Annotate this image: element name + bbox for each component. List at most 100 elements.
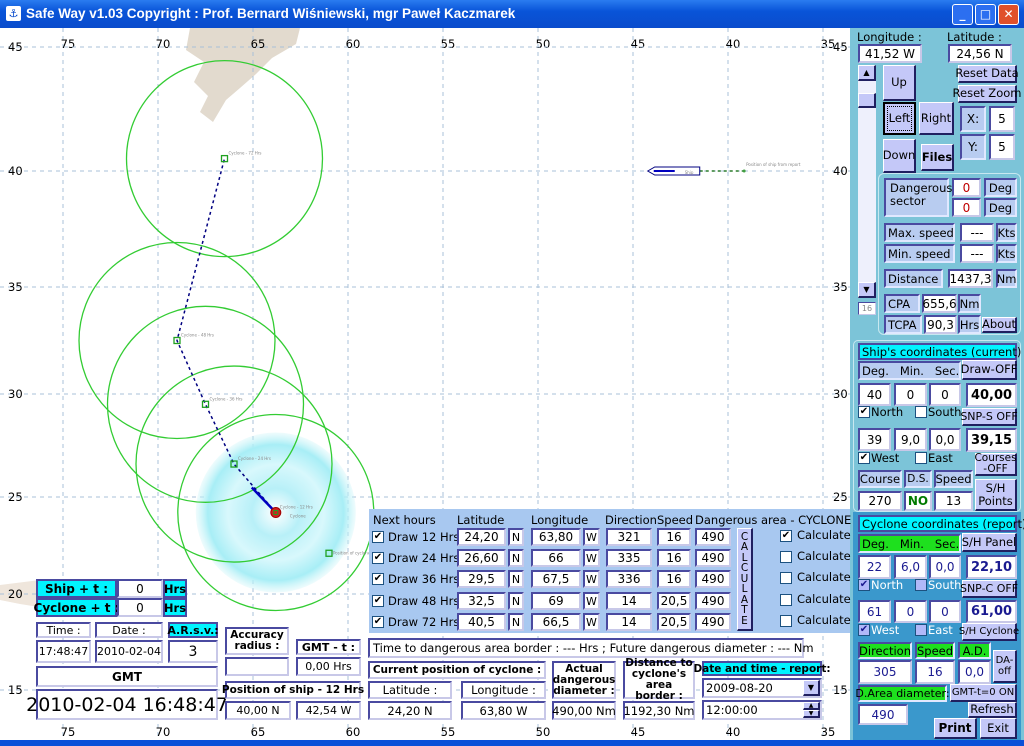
cyclone-lon-deg[interactable]: 61 — [858, 600, 891, 623]
forecast-speed[interactable]: 20,5 — [657, 613, 691, 631]
pan-left-button[interactable]: Left — [883, 102, 916, 135]
draw-off-button[interactable]: Draw-OFF — [961, 360, 1017, 380]
ship-lat-deg[interactable]: 40 — [858, 383, 891, 406]
forecast-speed[interactable]: 20,5 — [657, 592, 691, 610]
scroll-up-button[interactable]: ▲ — [858, 65, 876, 81]
calculate-button[interactable]: CALCULATE — [737, 528, 753, 631]
forecast-direction[interactable]: 336 — [606, 570, 652, 588]
area-diameter-field[interactable]: 490 — [858, 704, 908, 725]
forecast-lat[interactable]: 24,20 — [457, 528, 506, 546]
forecast-lon[interactable]: 66,5 — [531, 613, 581, 631]
refresh-button[interactable]: Refresh — [968, 702, 1017, 718]
forecast-danger-area[interactable]: 490 — [695, 570, 731, 588]
forecast-ew[interactable]: W — [583, 570, 600, 588]
forecast-ns[interactable]: N — [508, 570, 524, 588]
pan-right-button[interactable]: Right — [919, 102, 954, 135]
forecast-ns[interactable]: N — [508, 613, 524, 631]
forecast-direction[interactable]: 14 — [606, 613, 652, 631]
forecast-lon[interactable]: 69 — [531, 592, 581, 610]
maximize-button[interactable]: □ — [975, 4, 996, 25]
forecast-direction[interactable]: 321 — [606, 528, 652, 546]
west-checkbox[interactable]: ✔ — [858, 452, 870, 464]
chevron-down-icon[interactable]: ▼ — [803, 680, 820, 696]
sh-panel-button[interactable]: S/H Panel — [962, 533, 1017, 552]
draw-checkbox[interactable]: ✔ — [372, 616, 384, 628]
time-down-spinner[interactable]: ▼ — [803, 710, 820, 718]
forecast-speed[interactable]: 16 — [657, 549, 691, 567]
ship-course-field[interactable]: 270 — [858, 491, 902, 511]
calculate-checkbox[interactable] — [780, 551, 792, 563]
ship-t-field[interactable]: 0 — [117, 579, 163, 598]
forecast-lat[interactable]: 29,5 — [457, 570, 506, 588]
forecast-ew[interactable]: W — [583, 592, 600, 610]
forecast-ew[interactable]: W — [583, 613, 600, 631]
reset-data-button[interactable]: Reset Data — [955, 65, 1019, 83]
sector-start-field[interactable]: 0 — [952, 178, 981, 197]
pan-up-button[interactable]: Up — [883, 65, 916, 101]
forecast-direction[interactable]: 14 — [606, 592, 652, 610]
snp-s-button[interactable]: SNP-S OFF — [960, 408, 1018, 426]
reset-zoom-button[interactable]: Reset Zoom — [953, 85, 1021, 103]
forecast-danger-area[interactable]: 490 — [695, 592, 731, 610]
accuracy-radius-field[interactable] — [225, 657, 289, 676]
ship-lon-sec[interactable]: 0,0 — [929, 428, 961, 451]
ship-lon-deg[interactable]: 39 — [858, 428, 891, 451]
forecast-lon[interactable]: 63,80 — [531, 528, 581, 546]
gmt-t0-button[interactable]: GMT-t=0 ON — [950, 684, 1017, 702]
draw-checkbox[interactable]: ✔ — [372, 573, 384, 585]
cyclone-south-checkbox[interactable] — [915, 579, 927, 591]
cyclone-lat-min[interactable]: 6,0 — [894, 555, 927, 579]
calculate-checkbox[interactable] — [780, 615, 792, 627]
forecast-lat[interactable]: 40,5 — [457, 613, 506, 631]
forecast-lat[interactable]: 32,5 — [457, 592, 506, 610]
east-checkbox[interactable] — [915, 452, 927, 464]
forecast-ns[interactable]: N — [508, 592, 524, 610]
forecast-ew[interactable]: W — [583, 528, 600, 546]
draw-checkbox[interactable]: ✔ — [372, 531, 384, 543]
draw-checkbox[interactable]: ✔ — [372, 552, 384, 564]
sh-cyclone-button[interactable]: S/H Cyclone — [959, 623, 1019, 641]
calculate-checkbox[interactable] — [780, 594, 792, 606]
forecast-ew[interactable]: W — [583, 549, 600, 567]
arsv-field[interactable]: 3 — [168, 640, 218, 663]
cyclone-west-checkbox[interactable]: ✔ — [858, 624, 870, 636]
calculate-checkbox[interactable]: ✔ — [780, 530, 792, 542]
forecast-direction[interactable]: 335 — [606, 549, 652, 567]
scroll-thumb[interactable] — [858, 93, 876, 108]
ship-lat-sec[interactable]: 0 — [929, 383, 961, 406]
cyclone-t-field[interactable]: 0 — [117, 598, 163, 617]
x-step-field[interactable]: 5 — [989, 106, 1015, 132]
y-step-field[interactable]: 5 — [989, 134, 1015, 160]
ship-speed-field[interactable]: 13 — [934, 491, 973, 511]
snp-c-button[interactable]: SNP-C OFF — [960, 580, 1018, 598]
ad-field[interactable]: 0,0 — [958, 660, 991, 684]
cyclone-north-checkbox[interactable]: ✔ — [858, 579, 870, 591]
courses-off-button[interactable]: Courses -OFF — [974, 453, 1017, 476]
longitude-field[interactable]: 41,52 W — [858, 44, 922, 63]
close-button[interactable]: ✕ — [998, 4, 1019, 25]
about-button[interactable]: About — [982, 317, 1017, 333]
print-button[interactable]: Print — [934, 718, 977, 739]
cyclone-direction-field[interactable]: 305 — [858, 660, 912, 684]
cyclone-lon-min[interactable]: 0 — [894, 600, 927, 623]
draw-checkbox[interactable]: ✔ — [372, 595, 384, 607]
latitude-field[interactable]: 24,56 N — [948, 44, 1012, 63]
forecast-lon[interactable]: 66 — [531, 549, 581, 567]
forecast-danger-area[interactable]: 490 — [695, 528, 731, 546]
forecast-lon[interactable]: 67,5 — [531, 570, 581, 588]
sector-end-field[interactable]: 0 — [952, 198, 981, 217]
north-checkbox[interactable]: ✔ — [858, 406, 870, 418]
forecast-speed[interactable]: 16 — [657, 528, 691, 546]
ship-lat-min[interactable]: 0 — [894, 383, 927, 406]
cyclone-lat-sec[interactable]: 0,0 — [929, 555, 961, 579]
exit-button[interactable]: Exit — [980, 718, 1017, 739]
pan-down-button[interactable]: Down — [883, 139, 916, 173]
minimize-button[interactable]: _ — [952, 4, 973, 25]
forecast-lat[interactable]: 26,60 — [457, 549, 506, 567]
forecast-danger-area[interactable]: 490 — [695, 549, 731, 567]
forecast-ns[interactable]: N — [508, 549, 524, 567]
forecast-ns[interactable]: N — [508, 528, 524, 546]
calculate-checkbox[interactable] — [780, 572, 792, 584]
cyclone-lon-sec[interactable]: 0 — [929, 600, 961, 623]
scroll-down-button[interactable]: ▼ — [858, 282, 876, 298]
